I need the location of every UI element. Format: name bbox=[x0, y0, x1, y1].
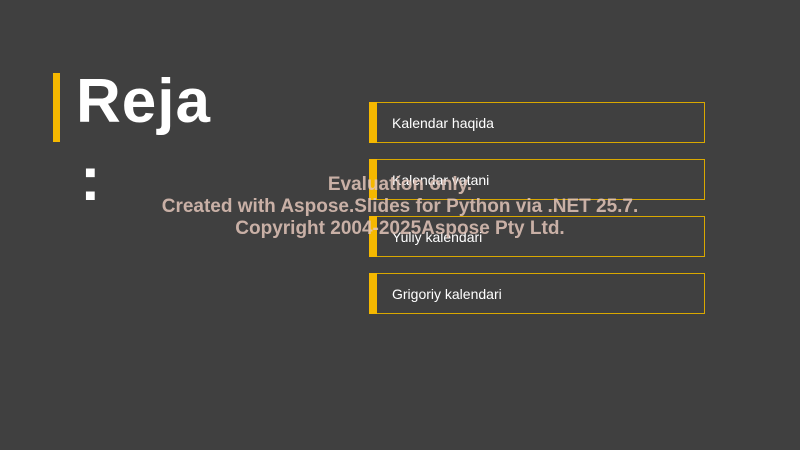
agenda-item-label: Grigoriy kalendari bbox=[392, 286, 502, 302]
agenda-item-accent bbox=[369, 216, 377, 257]
agenda-item-label: Kalendar vatani bbox=[392, 172, 490, 188]
agenda-item-label: Kalendar haqida bbox=[392, 115, 494, 131]
slide: Reja : Kalendar haqida Kalendar vatani Y… bbox=[0, 0, 800, 450]
agenda-item: Yuliy kalendari bbox=[369, 216, 705, 257]
agenda-item: Kalendar vatani bbox=[369, 159, 705, 200]
title-accent-bar bbox=[53, 73, 60, 142]
agenda-item: Grigoriy kalendari bbox=[369, 273, 705, 314]
slide-title-colon: : bbox=[80, 145, 101, 214]
agenda-item-accent bbox=[369, 159, 377, 200]
agenda-item: Kalendar haqida bbox=[369, 102, 705, 143]
agenda-item-label: Yuliy kalendari bbox=[392, 229, 483, 245]
slide-title: Reja bbox=[76, 67, 211, 136]
agenda-item-accent bbox=[369, 102, 377, 143]
agenda-list: Kalendar haqida Kalendar vatani Yuliy ka… bbox=[369, 102, 705, 330]
agenda-item-accent bbox=[369, 273, 377, 314]
